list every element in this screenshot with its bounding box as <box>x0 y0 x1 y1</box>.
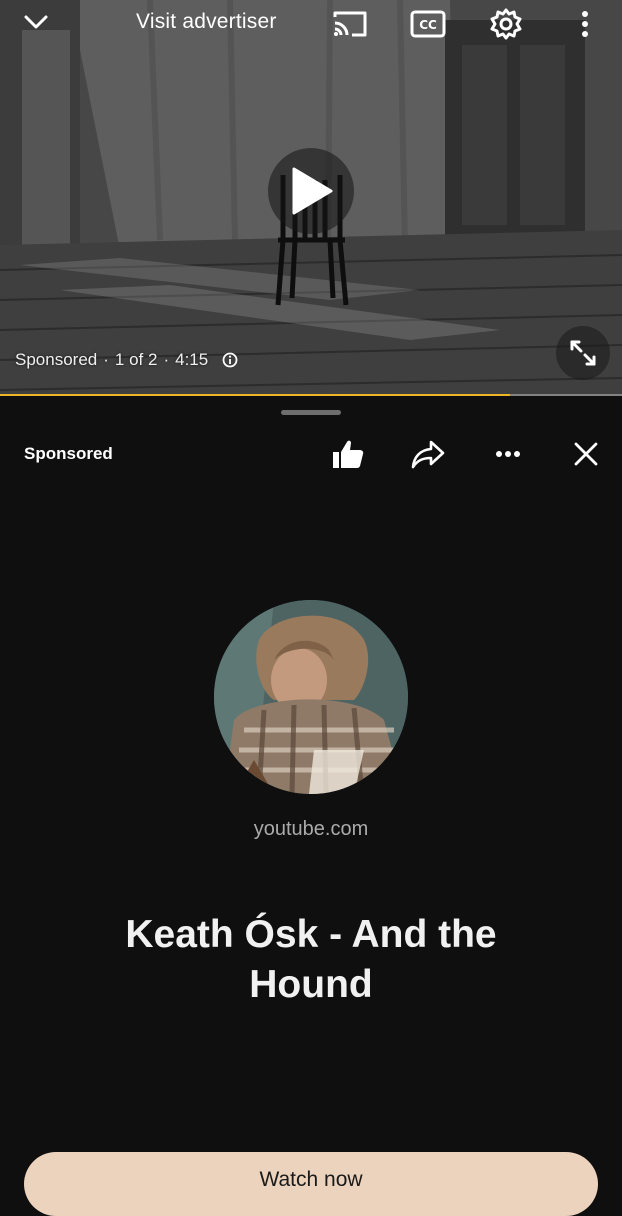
progress-fill <box>0 394 511 396</box>
close-icon <box>574 442 598 466</box>
fullscreen-icon <box>570 340 596 366</box>
ad-meta: Sponsored · 1 of 2 · 4:15 <box>15 350 238 370</box>
video-player[interactable]: Visit advertiser CC Sponsored · 1 of 2 ·… <box>0 0 622 396</box>
settings-button[interactable] <box>486 4 526 44</box>
fullscreen-button[interactable] <box>556 326 610 380</box>
separator-dot: · <box>103 350 109 369</box>
more-vertical-icon <box>582 11 588 37</box>
share-icon <box>411 440 445 469</box>
minimize-button[interactable] <box>18 6 54 38</box>
ad-duration: 4:15 <box>175 350 209 369</box>
advertiser-domain: youtube.com <box>253 818 369 840</box>
gear-icon <box>490 8 522 40</box>
cast-button[interactable] <box>330 4 370 44</box>
ad-position: 1 of 2 <box>114 350 158 369</box>
ad-title: Keath Ósk - And the Hound <box>125 913 497 1006</box>
svg-text:CC: CC <box>419 18 437 32</box>
share-button[interactable] <box>406 434 450 474</box>
captions-button[interactable]: CC <box>408 4 448 44</box>
visit-advertiser-link[interactable]: Visit advertiser <box>136 10 277 34</box>
cast-icon <box>333 11 367 37</box>
sponsored-label: Sponsored <box>24 444 113 463</box>
separator-dot: · <box>163 350 170 369</box>
more-options-button[interactable] <box>570 4 600 44</box>
drag-handle[interactable] <box>281 410 341 415</box>
more-horizontal-icon <box>496 451 520 457</box>
more-actions-button[interactable] <box>486 434 530 474</box>
ad-details-sheet: Sponsored youtube.com Keath Ósk - And th… <box>0 398 622 1216</box>
close-button[interactable] <box>564 434 608 474</box>
progress-bar[interactable] <box>0 394 622 396</box>
like-button[interactable] <box>326 434 370 474</box>
info-icon[interactable] <box>222 352 238 368</box>
sponsored-text: Sponsored <box>15 350 98 369</box>
closed-captions-icon: CC <box>410 10 446 38</box>
watch-now-button[interactable]: Watch now <box>24 1152 598 1216</box>
chevron-down-icon <box>24 15 48 29</box>
like-icon <box>333 440 364 468</box>
play-icon <box>292 167 333 215</box>
advertiser-avatar <box>214 600 408 794</box>
play-button[interactable] <box>268 148 354 234</box>
